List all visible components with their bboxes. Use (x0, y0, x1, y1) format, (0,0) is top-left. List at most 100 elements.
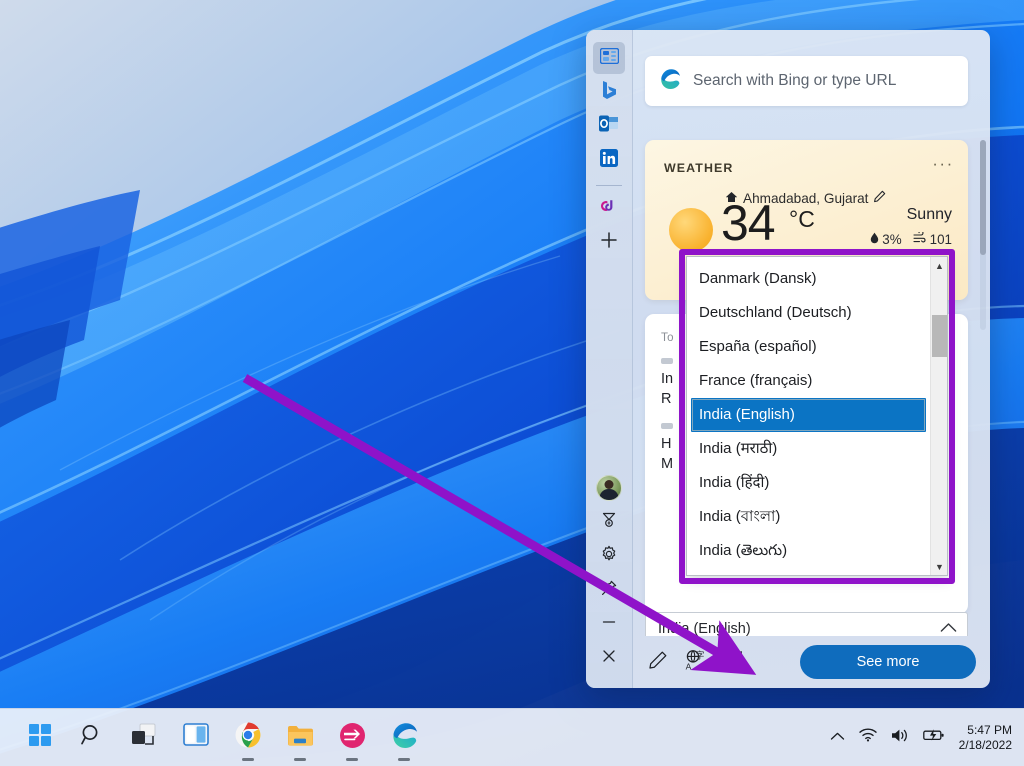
outlook-icon (599, 115, 619, 137)
taskbar-edge-button[interactable] (384, 718, 424, 758)
search-input[interactable]: Search with Bing or type URL (645, 56, 968, 106)
taskbar-widgets-button[interactable] (176, 718, 216, 758)
task-view-icon (131, 723, 157, 752)
pin-icon (600, 579, 618, 602)
rail-item-close[interactable] (593, 642, 625, 674)
rail-item-linkedin[interactable] (593, 144, 625, 176)
weather-condition: Sunny (906, 206, 952, 223)
weather-stats: 3% 101 (870, 230, 952, 247)
volume-icon[interactable] (891, 728, 909, 748)
taskbar-file-explorer-button[interactable] (280, 718, 320, 758)
weather-more-options-button[interactable]: ··· (930, 152, 956, 176)
toolbar-edit-button[interactable] (641, 645, 675, 679)
rewards-medal-icon (600, 511, 618, 534)
svg-text:A: A (686, 661, 692, 670)
language-dropdown-list[interactable]: Danmark (Dansk) Deutschland (Deutsch) Es… (686, 256, 948, 576)
scroll-up-arrow-icon[interactable]: ▲ (931, 257, 948, 274)
widgets-board-icon (599, 47, 619, 69)
weather-air-quality: 101 (913, 230, 952, 247)
taskbar-search-button[interactable] (72, 718, 112, 758)
dropdown-item[interactable]: Deutschland (Deutsch) (687, 296, 930, 330)
dropdown-scrollbar-thumb[interactable] (932, 315, 947, 357)
system-tray: 5:47 PM 2/18/2022 (830, 723, 1012, 753)
taskbar-pink-app-button[interactable] (332, 718, 372, 758)
pencil-icon (648, 650, 668, 675)
dropdown-item[interactable]: España (español) (687, 330, 930, 364)
chrome-icon (235, 722, 261, 753)
linkedin-icon (600, 148, 618, 172)
dropdown-item-selected[interactable]: India (English) (691, 398, 926, 432)
taskbar-chrome-button[interactable] (228, 718, 268, 758)
clock-time: 5:47 PM (967, 722, 1012, 737)
folder-icon (287, 724, 313, 752)
language-combobox-value: India (English) (658, 620, 751, 637)
windows-start-icon (28, 723, 52, 752)
edge-icon (659, 68, 681, 95)
toolbar-language-button[interactable]: 字 A (679, 645, 713, 679)
wifi-icon[interactable] (858, 728, 877, 747)
panel-scrollbar-thumb[interactable] (980, 140, 986, 255)
rail-item-account[interactable] (593, 472, 625, 504)
close-icon (600, 647, 618, 670)
plus-icon (600, 231, 618, 254)
rail-item-bing[interactable] (593, 76, 625, 108)
taskbar-clock[interactable]: 5:47 PM 2/18/2022 (959, 723, 1012, 753)
clock-date: 2/18/2022 (958, 737, 1012, 752)
see-more-button[interactable]: See more (800, 645, 976, 679)
weather-unit: °C (789, 206, 815, 232)
panel-scrollbar[interactable] (980, 140, 986, 330)
rail-divider (596, 185, 622, 186)
rail-item-minimize[interactable] (593, 608, 625, 640)
rail-item-office[interactable] (593, 192, 625, 224)
taskbar-apps (20, 718, 424, 758)
weather-precipitation: 3% (870, 232, 902, 247)
taskbar: 5:47 PM 2/18/2022 (0, 708, 1024, 766)
rail-item-widgets-board[interactable] (593, 42, 625, 74)
taskbar-task-view-button[interactable] (124, 718, 164, 758)
chevron-up-icon[interactable] (940, 621, 957, 637)
widgets-toolbar: 字 A See more (633, 636, 990, 688)
pencil-icon[interactable] (873, 190, 886, 206)
language-icon: 字 A (685, 649, 707, 676)
avatar-icon (596, 475, 622, 501)
rail-item-rewards[interactable] (593, 506, 625, 538)
card-chip-2 (661, 423, 673, 429)
bing-icon (602, 80, 617, 105)
search-icon (80, 723, 104, 752)
sun-icon (669, 208, 713, 252)
card-chip-1 (661, 358, 673, 364)
taskbar-start-button[interactable] (20, 718, 60, 758)
edge-icon (391, 722, 418, 754)
dropdown-scrollbar[interactable]: ▲ ▼ (930, 257, 947, 575)
minimize-icon (600, 613, 618, 636)
dropdown-item[interactable]: India (मराठी) (687, 432, 930, 466)
rail-item-pin[interactable] (593, 574, 625, 606)
dropdown-item[interactable]: India (हिंदी) (687, 466, 930, 500)
raindrop-icon (870, 232, 879, 247)
search-placeholder-text: Search with Bing or type URL (693, 72, 897, 89)
weather-aqi-value: 101 (929, 232, 952, 247)
toolbar-refresh-button[interactable] (717, 645, 751, 679)
rail-item-settings[interactable] (593, 540, 625, 572)
dropdown-items: Danmark (Dansk) Deutschland (Deutsch) Es… (687, 257, 930, 575)
rail-item-add-widget[interactable] (593, 226, 625, 258)
svg-text:字: 字 (695, 649, 704, 661)
dropdown-item[interactable]: Danmark (Dansk) (687, 262, 930, 296)
rail-item-outlook[interactable] (593, 110, 625, 142)
chevron-up-icon[interactable] (830, 729, 845, 747)
dropdown-item[interactable]: India (తెలుగు) (687, 534, 930, 568)
widgets-rail (586, 30, 633, 688)
weather-precipitation-value: 3% (882, 232, 902, 247)
battery-charging-icon[interactable] (922, 728, 945, 747)
weather-label: WEATHER (664, 161, 734, 175)
dropdown-item[interactable]: India (বাংলা) (687, 500, 930, 534)
gear-icon (600, 545, 618, 568)
office-start-icon (599, 199, 619, 218)
dropdown-item[interactable]: France (français) (687, 364, 930, 398)
pink-app-icon (339, 722, 365, 753)
air-quality-icon (913, 230, 926, 247)
refresh-icon (724, 650, 744, 675)
widgets-icon (183, 723, 209, 752)
language-combobox[interactable]: India (English) (645, 612, 968, 636)
scroll-down-arrow-icon[interactable]: ▼ (931, 558, 948, 575)
